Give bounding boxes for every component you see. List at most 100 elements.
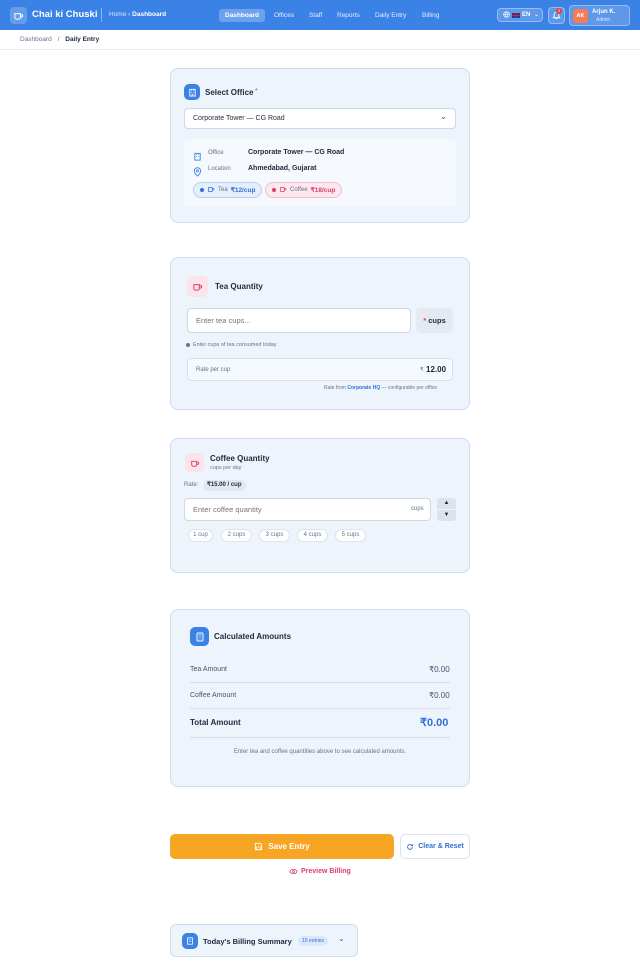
tea-cup-icon bbox=[207, 185, 215, 195]
tea-rate-label: Rate per cup bbox=[196, 367, 231, 373]
coffee-dot-icon bbox=[272, 188, 276, 192]
quick-3-cups[interactable]: 3 cups bbox=[259, 529, 290, 542]
preview-billing-link[interactable]: Preview Billing bbox=[289, 868, 351, 875]
clear-reset-button[interactable]: Clear & Reset bbox=[400, 834, 470, 859]
coffee-cup-icon bbox=[185, 453, 204, 472]
coffee-quantity-input[interactable] bbox=[184, 498, 431, 521]
tea-amount-value: ₹0.00 bbox=[429, 665, 450, 674]
coffee-cup-icon bbox=[279, 185, 287, 195]
tea-unit-addon: * cups bbox=[416, 308, 453, 333]
language-code: EN bbox=[522, 12, 531, 18]
calc-card-title: Calculated Amounts bbox=[214, 632, 292, 641]
building-icon bbox=[184, 84, 200, 100]
coffee-card-subtitle: cups per day bbox=[210, 465, 242, 471]
rate-note-office[interactable]: Corporate HQ bbox=[347, 385, 380, 391]
breadcrumb-dashboard[interactable]: Dashboard bbox=[20, 36, 52, 43]
header-divider bbox=[101, 8, 102, 22]
reset-icon bbox=[407, 843, 414, 850]
quick-4-cups[interactable]: 4 cups bbox=[297, 529, 328, 542]
tea-rate-field: Rate per cup ₹ 12.00 bbox=[187, 358, 453, 381]
summary-title: Today's Billing Summary bbox=[203, 937, 292, 946]
office-select[interactable]: Corporate Tower — CG Road bbox=[184, 108, 456, 129]
office-card-title: Select Office bbox=[205, 88, 254, 97]
tea-card-title: Tea Quantity bbox=[215, 282, 263, 291]
coffee-rate-label: Rate: bbox=[184, 482, 199, 488]
tea-cup-icon bbox=[187, 276, 208, 297]
billing-summary-toggle[interactable]: Today's Billing Summary 10 entries ⌄ bbox=[170, 924, 358, 957]
tea-cups-input[interactable] bbox=[187, 308, 411, 333]
nav-daily-entry[interactable]: Daily Entry bbox=[369, 9, 412, 22]
save-entry-button[interactable]: Save Entry bbox=[170, 834, 394, 859]
coffee-chip-label: Coffee bbox=[290, 187, 308, 193]
entries-badge: 10 entries bbox=[298, 936, 328, 946]
coffee-card-title: Coffee Quantity bbox=[210, 454, 270, 463]
language-switcher[interactable]: EN ⌄ bbox=[497, 8, 543, 22]
coffee-chip-rate: ₹18/cup bbox=[310, 187, 336, 194]
uk-flag-icon bbox=[512, 12, 520, 18]
chevron-down-icon: ⌄ bbox=[338, 934, 345, 943]
row-divider bbox=[190, 682, 450, 683]
coffee-rate-chip: Coffee ₹18/cup bbox=[265, 182, 343, 198]
top-header: Chai ki Chuski Home › Dashboard Dashboar… bbox=[0, 0, 640, 30]
row-divider bbox=[190, 708, 450, 709]
tea-chip-rate: ₹12/cup bbox=[230, 187, 256, 194]
rate-note-suffix: — configurable per office bbox=[381, 385, 438, 391]
header-crumb-current: Dashboard bbox=[132, 11, 167, 18]
nav-reports[interactable]: Reports bbox=[331, 9, 366, 22]
tea-rate-currency: ₹ bbox=[420, 367, 424, 373]
calc-note: Enter tea and coffee quantities above to… bbox=[233, 749, 407, 755]
hint-dot-icon bbox=[186, 343, 190, 347]
office-label: Office bbox=[208, 150, 224, 156]
header-crumb-home[interactable]: Home bbox=[109, 11, 126, 18]
nav-staff[interactable]: Staff bbox=[303, 9, 328, 22]
breadcrumb-current: Daily Entry bbox=[65, 36, 100, 43]
tea-rate-note: Rate from Corporate HQ — configurable pe… bbox=[324, 385, 437, 391]
office-select-value: Corporate Tower — CG Road bbox=[193, 115, 285, 122]
save-entry-label: Save Entry bbox=[268, 842, 310, 851]
increment-arrow-icon[interactable]: ▲ bbox=[437, 498, 456, 509]
tea-dot-icon bbox=[200, 188, 204, 192]
location-value: Ahmedabad, Gujarat bbox=[248, 165, 317, 172]
notification-badge: 3 bbox=[556, 8, 562, 14]
location-pin-icon bbox=[193, 164, 202, 182]
header-crumb-separator: › bbox=[128, 11, 131, 18]
calculator-icon bbox=[190, 627, 209, 646]
quick-2-cups[interactable]: 2 cups bbox=[221, 529, 252, 542]
cup-logo-icon[interactable] bbox=[10, 7, 27, 24]
office-value: Corporate Tower — CG Road bbox=[248, 149, 345, 156]
save-icon bbox=[255, 842, 263, 851]
breadcrumb: Dashboard / Daily Entry bbox=[20, 36, 99, 43]
nav-offices[interactable]: Offices bbox=[268, 9, 300, 22]
breadcrumb-separator: / bbox=[57, 36, 60, 43]
rate-note-prefix: Rate from bbox=[324, 385, 346, 391]
total-amount-value: ₹0.00 bbox=[420, 717, 449, 729]
globe-icon bbox=[503, 10, 510, 20]
breadcrumb-divider bbox=[0, 49, 640, 50]
row-divider bbox=[190, 737, 450, 738]
coffee-unit-label: cups bbox=[411, 506, 424, 512]
quick-1-cup[interactable]: 1 cup bbox=[188, 529, 213, 542]
tea-unit-required-mark: * bbox=[423, 316, 427, 325]
decrement-arrow-icon[interactable]: ▼ bbox=[437, 510, 456, 521]
location-label: Location bbox=[208, 166, 231, 172]
clear-reset-label: Clear & Reset bbox=[418, 843, 464, 850]
nav-billing[interactable]: Billing bbox=[416, 9, 445, 22]
tea-rate-chip: Tea ₹12/cup bbox=[193, 182, 263, 198]
coffee-amount-value: ₹0.00 bbox=[429, 691, 450, 700]
user-name: Arjun K. bbox=[592, 9, 616, 15]
quick-5-cups[interactable]: 5 cups bbox=[335, 529, 366, 542]
nav-dashboard[interactable]: Dashboard bbox=[219, 9, 265, 22]
eye-icon bbox=[289, 868, 298, 875]
tea-unit-label: cups bbox=[428, 316, 446, 325]
user-menu[interactable]: AK Arjun K. Admin bbox=[569, 5, 630, 26]
coffee-rate-badge: ₹15.00 / cup bbox=[203, 480, 246, 491]
total-amount-label: Total Amount bbox=[190, 718, 241, 727]
chevron-down-icon: ⌄ bbox=[534, 12, 539, 18]
preview-billing-label: Preview Billing bbox=[301, 868, 351, 875]
tea-amount-label: Tea Amount bbox=[190, 666, 227, 673]
tea-hint: Enter cups of tea consumed today bbox=[193, 342, 277, 348]
tea-chip-label: Tea bbox=[218, 187, 228, 193]
brand-name[interactable]: Chai ki Chuski bbox=[32, 9, 97, 20]
chevron-down-icon[interactable]: ⌄ bbox=[440, 112, 447, 121]
receipt-icon bbox=[182, 933, 198, 949]
